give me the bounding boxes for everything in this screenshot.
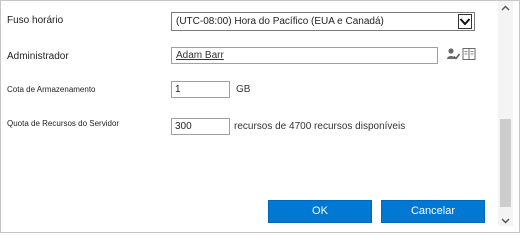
admin-value: Adam Barr xyxy=(176,50,224,61)
resource-quota-label: Quota de Recursos do Servidor xyxy=(7,119,120,128)
chevron-up-icon[interactable] xyxy=(498,1,513,13)
chevron-down-icon[interactable] xyxy=(458,14,472,29)
cancel-button[interactable]: Cancelar xyxy=(381,200,485,223)
timezone-select[interactable]: (UTC-08:00) Hora do Pacífico (EUA e Cana… xyxy=(171,12,475,31)
address-book-icon[interactable] xyxy=(462,47,476,61)
storage-quota-label: Cota de Armazenamento xyxy=(7,85,96,94)
resource-quota-input[interactable]: 300 xyxy=(171,118,230,135)
timezone-value: (UTC-08:00) Hora do Pacífico (EUA e Cana… xyxy=(176,16,384,27)
ok-button[interactable]: OK xyxy=(268,200,372,223)
check-names-icon[interactable] xyxy=(446,47,461,61)
admin-people-picker[interactable]: Adam Barr xyxy=(171,47,438,64)
scrollbar-thumb[interactable] xyxy=(500,119,511,207)
admin-label: Administrador xyxy=(7,51,69,62)
storage-unit: GB xyxy=(236,84,251,95)
storage-quota-input[interactable]: 1 xyxy=(171,81,230,98)
timezone-label: Fuso horário xyxy=(7,15,64,26)
chevron-down-icon[interactable] xyxy=(498,214,513,226)
dialog-frame: Fuso horário (UTC-08:00) Hora do Pacífic… xyxy=(0,0,520,233)
resource-quota-suffix: recursos de 4700 recursos disponíveis xyxy=(234,121,406,132)
vertical-scrollbar[interactable] xyxy=(498,1,513,226)
